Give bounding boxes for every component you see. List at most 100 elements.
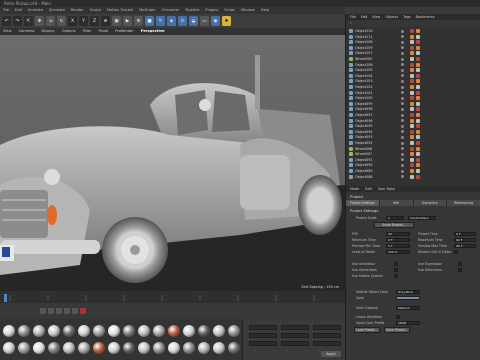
material-tag-icon[interactable]	[410, 68, 414, 73]
material-tag-icon[interactable]	[416, 45, 420, 50]
menu-item-mograph[interactable]: MoGraph	[139, 7, 155, 14]
material-tag-icon[interactable]	[410, 45, 414, 50]
viewport-menu-filter[interactable]: Filter	[83, 28, 92, 35]
material-tag-icon[interactable]	[416, 29, 420, 33]
material-tag-icon[interactable]	[416, 68, 420, 73]
material-swatch[interactable]	[93, 325, 105, 337]
material-tag-icon[interactable]	[416, 107, 420, 112]
field-value[interactable]: 30	[386, 231, 410, 236]
visibility-dot-icon[interactable]	[401, 40, 404, 44]
check-box[interactable]	[394, 268, 398, 272]
material-swatch[interactable]	[168, 342, 180, 354]
render-view-icon[interactable]: ▣	[112, 16, 121, 26]
material-swatch[interactable]	[228, 342, 240, 354]
material-tag-icon[interactable]	[410, 113, 414, 117]
visibility-dot-icon[interactable]	[401, 79, 404, 83]
material-tag-icon[interactable]	[410, 169, 414, 173]
size-x-field[interactable]	[281, 325, 309, 330]
check-box[interactable]	[394, 274, 398, 278]
material-tag-icon[interactable]	[410, 146, 414, 151]
material-tag-icon[interactable]	[416, 163, 420, 168]
play-icon[interactable]	[56, 308, 62, 314]
menu-item-sculpt[interactable]: Sculpt	[90, 7, 101, 14]
position-x-field[interactable]	[249, 325, 277, 330]
rotate-icon[interactable]: ↻	[57, 16, 66, 26]
material-tag-icon[interactable]	[416, 51, 420, 56]
viewport-menu-panel[interactable]: Panel	[99, 28, 109, 35]
field-checkbox[interactable]	[454, 250, 458, 254]
material-tag-icon[interactable]	[416, 129, 420, 134]
viewport-menu-options[interactable]: Options	[62, 28, 76, 35]
material-tag-icon[interactable]	[410, 73, 414, 78]
material-tag-icon[interactable]	[410, 124, 414, 129]
material-tag-icon[interactable]	[416, 118, 420, 123]
material-swatch[interactable]	[183, 342, 195, 354]
material-tag-icon[interactable]	[416, 96, 420, 101]
project-scale-unit-select[interactable]: Centimeters	[408, 215, 436, 220]
pen-icon[interactable]: ✎	[156, 16, 165, 26]
visibility-dot-icon[interactable]	[401, 107, 404, 111]
visibility-dot-icon[interactable]	[401, 147, 404, 151]
menu-item-file[interactable]: File	[3, 7, 9, 14]
menu-item-motion-tracker[interactable]: Motion Tracker	[107, 7, 133, 14]
menu-item-character[interactable]: Character	[162, 7, 180, 14]
default-color-select[interactable]: Gray-Blue	[396, 289, 420, 294]
deformer-icon[interactable]: ◒	[189, 16, 198, 26]
scale-project-button[interactable]: Scale Project...	[374, 222, 414, 228]
render-picture-viewer-icon[interactable]: ▶	[123, 16, 132, 26]
coordinate-system-icon[interactable]: ⊕	[101, 16, 110, 26]
visibility-dot-icon[interactable]	[401, 46, 404, 50]
visibility-dot-icon[interactable]	[401, 63, 404, 67]
material-tag-icon[interactable]	[410, 40, 414, 45]
material-tag-icon[interactable]	[416, 146, 420, 151]
visibility-dot-icon[interactable]	[401, 91, 404, 95]
visibility-dot-icon[interactable]	[401, 102, 404, 106]
material-swatch[interactable]	[168, 325, 180, 337]
menu-item-window[interactable]: Window	[241, 7, 255, 14]
move-icon[interactable]: ✥	[35, 16, 44, 26]
object-row[interactable]: Object088	[346, 174, 480, 180]
apply-button[interactable]: Apply	[321, 351, 341, 357]
material-tag-icon[interactable]	[416, 113, 420, 117]
position-y-field[interactable]	[249, 333, 277, 338]
material-tag-icon[interactable]	[410, 101, 414, 106]
timeline-ruler[interactable]	[0, 291, 345, 303]
material-tag-icon[interactable]	[410, 62, 414, 67]
material-swatch[interactable]	[33, 325, 45, 337]
x-axis-button[interactable]: X	[68, 16, 77, 26]
material-tag-icon[interactable]	[416, 79, 420, 84]
material-swatch[interactable]	[198, 325, 210, 337]
material-tag-icon[interactable]	[416, 90, 420, 95]
material-tag-icon[interactable]	[410, 51, 414, 56]
menu-item-help[interactable]: Help	[261, 7, 269, 14]
material-swatch[interactable]	[63, 342, 75, 354]
material-swatch[interactable]	[78, 342, 90, 354]
material-tag-icon[interactable]	[416, 62, 420, 67]
menu-item-simulate[interactable]: Simulate	[49, 7, 65, 14]
rotation-p-field[interactable]	[313, 333, 341, 338]
rotation-h-field[interactable]	[313, 325, 341, 330]
material-swatch[interactable]	[18, 342, 30, 354]
project-scale-field[interactable]: 1	[386, 215, 404, 220]
color-swatch[interactable]	[396, 295, 420, 300]
material-swatch[interactable]	[33, 342, 45, 354]
light-icon[interactable]: ✹	[222, 16, 231, 26]
material-swatch[interactable]	[108, 325, 120, 337]
material-swatch[interactable]	[3, 325, 15, 337]
am-menu-mode[interactable]: Mode	[350, 186, 359, 192]
om-search-icon[interactable]: ⌕	[350, 20, 352, 27]
material-swatch[interactable]	[123, 325, 135, 337]
camera-icon[interactable]: ◉	[211, 16, 220, 26]
material-tag-icon[interactable]	[416, 57, 420, 61]
size-z-field[interactable]	[281, 341, 309, 346]
material-tag-icon[interactable]	[410, 118, 414, 123]
material-tag-icon[interactable]	[410, 135, 414, 140]
size-y-field[interactable]	[281, 333, 309, 338]
z-axis-button[interactable]: Z	[90, 16, 99, 26]
linear-workflow-checkbox[interactable]	[396, 315, 400, 319]
y-axis-button[interactable]: Y	[79, 16, 88, 26]
visibility-dot-icon[interactable]	[401, 85, 404, 89]
visibility-dot-icon[interactable]	[401, 96, 404, 100]
material-swatch[interactable]	[63, 325, 75, 337]
tab-dynamics[interactable]: Dynamics	[413, 200, 448, 206]
